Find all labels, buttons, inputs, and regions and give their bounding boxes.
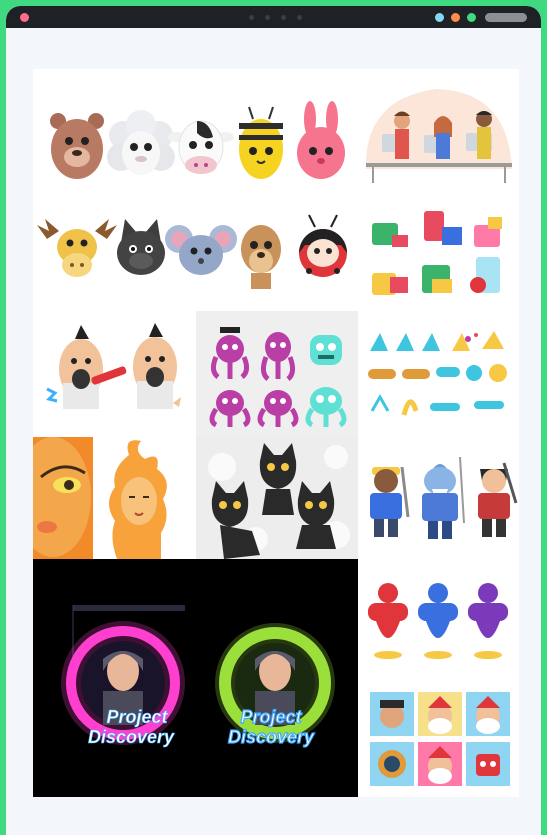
ladybug-icon <box>299 214 347 277</box>
ninja-icon <box>478 462 518 537</box>
gallery-tile-team-at-computers[interactable] <box>358 69 519 193</box>
dragon-sticker-icon <box>368 331 507 416</box>
tab-indicator-dot <box>281 15 286 20</box>
browser-window: Project Discovery Project Discovery <box>6 6 541 835</box>
meerkat-icon <box>241 225 281 289</box>
window-titlebar <box>6 6 541 28</box>
close-dot[interactable] <box>20 13 29 22</box>
gallery-tile-holiday-avatars[interactable] <box>358 684 519 797</box>
gallery-tile-black-cats[interactable] <box>196 437 358 559</box>
cube-character-icon <box>372 211 502 295</box>
tab-indicator-dot <box>249 15 254 20</box>
gallery-tile-animal-faces-top[interactable] <box>33 69 358 193</box>
gallery-tile-toy-figures[interactable] <box>358 437 519 559</box>
moose-icon <box>37 219 117 277</box>
green-project-title-line1: Project <box>240 707 302 727</box>
genie-icon <box>368 583 508 659</box>
bee-icon <box>239 106 283 179</box>
cow-icon <box>168 120 234 174</box>
gallery-tile-dragon-sticker-set[interactable] <box>358 311 519 437</box>
gallery-tile-cube-characters[interactable] <box>358 193 519 311</box>
miner-icon <box>370 466 410 537</box>
punk-egg-icon <box>46 323 181 409</box>
gallery-tile-genie-characters[interactable] <box>358 559 519 684</box>
window-menu-pill[interactable] <box>485 13 527 22</box>
gallery-tile-project-discovery[interactable]: Project Discovery Project Discovery <box>33 559 358 797</box>
mouse-icon <box>165 225 237 275</box>
bunny-icon <box>297 101 345 179</box>
octopus-icon <box>209 327 347 428</box>
portfolio-gallery: Project Discovery Project Discovery <box>33 69 519 797</box>
fire-woman-icon <box>33 437 196 559</box>
cat-icon <box>117 219 165 275</box>
window-dot-green[interactable] <box>467 13 476 22</box>
gallery-tile-fire-woman-portrait[interactable] <box>33 437 196 559</box>
tab-indicator-dot <box>297 15 302 20</box>
bear-icon <box>50 113 104 179</box>
gallery-tile-animal-faces-bottom[interactable] <box>33 193 358 311</box>
sheep-icon <box>107 110 175 175</box>
window-dot-blue[interactable] <box>435 13 444 22</box>
gallery-tile-punk-egg-characters[interactable] <box>33 311 196 437</box>
shark-icon <box>422 456 465 539</box>
pink-project-title-line2: Discovery <box>88 727 175 747</box>
green-project-title-line2: Discovery <box>228 727 315 747</box>
gallery-tile-octopus-characters[interactable] <box>196 311 358 437</box>
pink-project-title-line1: Project <box>106 707 168 727</box>
window-dot-orange[interactable] <box>451 13 460 22</box>
tab-indicator-dot <box>265 15 270 20</box>
black-cat-icon <box>208 443 350 559</box>
team-illustration-icon <box>365 89 512 183</box>
